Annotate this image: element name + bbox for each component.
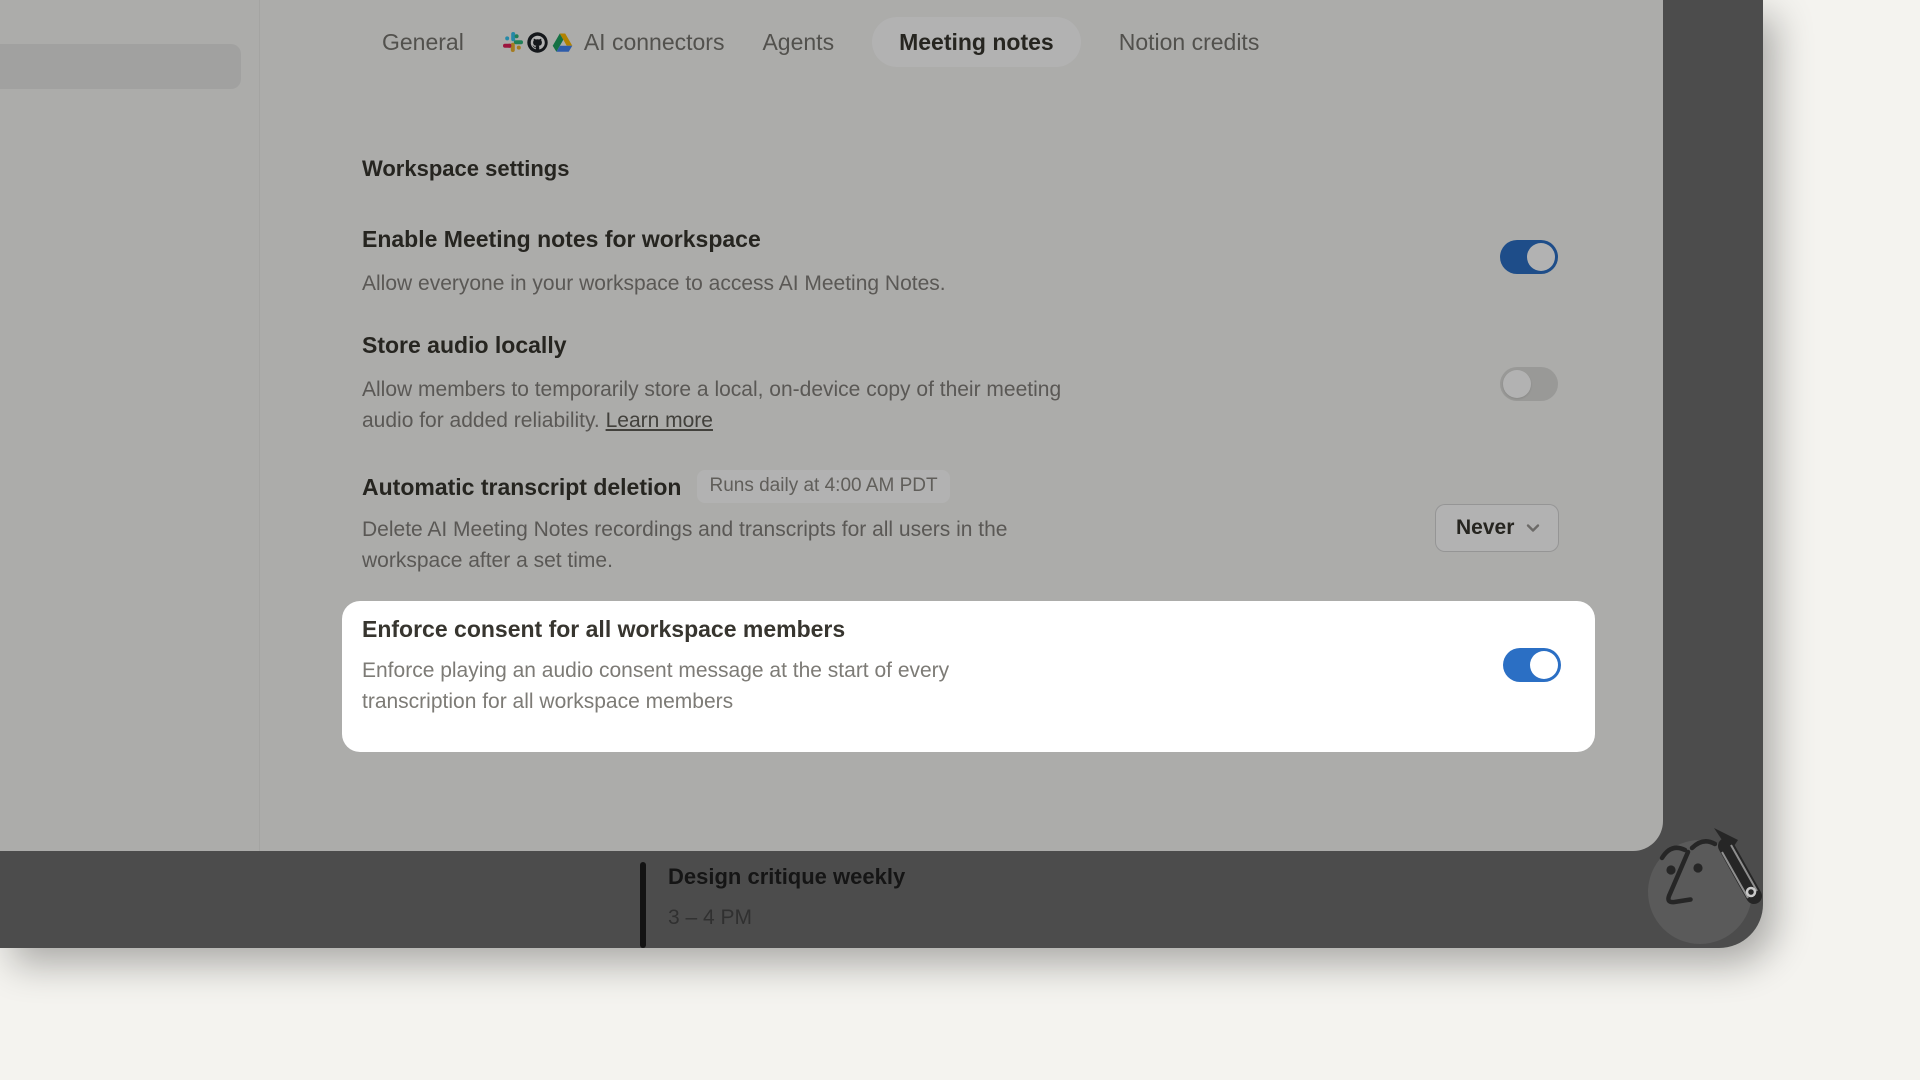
- sidebar-selected-item[interactable]: [0, 44, 241, 89]
- notion-app-window: General: [0, 0, 1763, 948]
- learn-more-link[interactable]: Learn more: [606, 409, 713, 432]
- setting-title-enforce-consent: Enforce consent for all workspace member…: [362, 614, 845, 644]
- highlight-card-enforce-consent: Enforce consent for all workspace member…: [342, 601, 1595, 752]
- sidebar-divider: [259, 0, 260, 851]
- calendar-event-title: Design critique weekly: [668, 864, 905, 890]
- setting-title-text: Automatic transcript deletion: [362, 472, 681, 502]
- tab-agents[interactable]: Agents: [762, 29, 834, 56]
- deletion-interval-value: Never: [1456, 516, 1514, 540]
- toggle-store-audio[interactable]: [1500, 367, 1558, 401]
- slack-icon: [502, 31, 524, 53]
- setting-title-store-audio: Store audio locally: [362, 330, 567, 360]
- settings-modal: General: [0, 0, 1663, 851]
- toggle-enforce-consent[interactable]: [1503, 648, 1561, 682]
- chevron-down-icon: [1524, 519, 1542, 537]
- github-icon: [526, 31, 549, 54]
- calendar-event-time: 3 – 4 PM: [668, 906, 752, 930]
- toggle-knob: [1530, 651, 1558, 679]
- setting-desc-enable-meeting-notes: Allow everyone in your workspace to acce…: [362, 268, 946, 299]
- setting-title-transcript-deletion: Automatic transcript deletion Runs daily…: [362, 470, 950, 503]
- toggle-knob: [1527, 243, 1555, 271]
- connector-icons: [502, 31, 574, 54]
- setting-desc-transcript-deletion: Delete AI Meeting Notes recordings and t…: [362, 514, 1007, 576]
- tab-ai-connectors-label: AI connectors: [584, 29, 725, 56]
- tab-notion-credits[interactable]: Notion credits: [1119, 29, 1260, 56]
- setting-desc-enforce-consent: Enforce playing an audio consent message…: [362, 655, 949, 717]
- toggle-knob: [1503, 370, 1531, 398]
- setting-desc-store-audio: Allow members to temporarily store a loc…: [362, 374, 1061, 436]
- setting-title-enable-meeting-notes: Enable Meeting notes for workspace: [362, 224, 761, 254]
- google-drive-icon: [551, 31, 574, 54]
- tab-meeting-notes[interactable]: Meeting notes: [872, 17, 1081, 67]
- tab-ai-connectors[interactable]: AI connectors: [502, 29, 725, 56]
- settings-sidebar: [0, 0, 260, 851]
- settings-tabs: General: [382, 16, 1259, 68]
- section-heading: Workspace settings: [362, 156, 569, 182]
- tab-general[interactable]: General: [382, 29, 464, 56]
- deletion-interval-select[interactable]: Never: [1435, 504, 1559, 552]
- schedule-badge: Runs daily at 4:00 AM PDT: [697, 470, 949, 503]
- page: { "tabs": { "items": [ { "label": "Gener…: [0, 0, 1920, 1080]
- toggle-enable-meeting-notes[interactable]: [1500, 240, 1558, 274]
- calendar-event-bar: [640, 862, 646, 948]
